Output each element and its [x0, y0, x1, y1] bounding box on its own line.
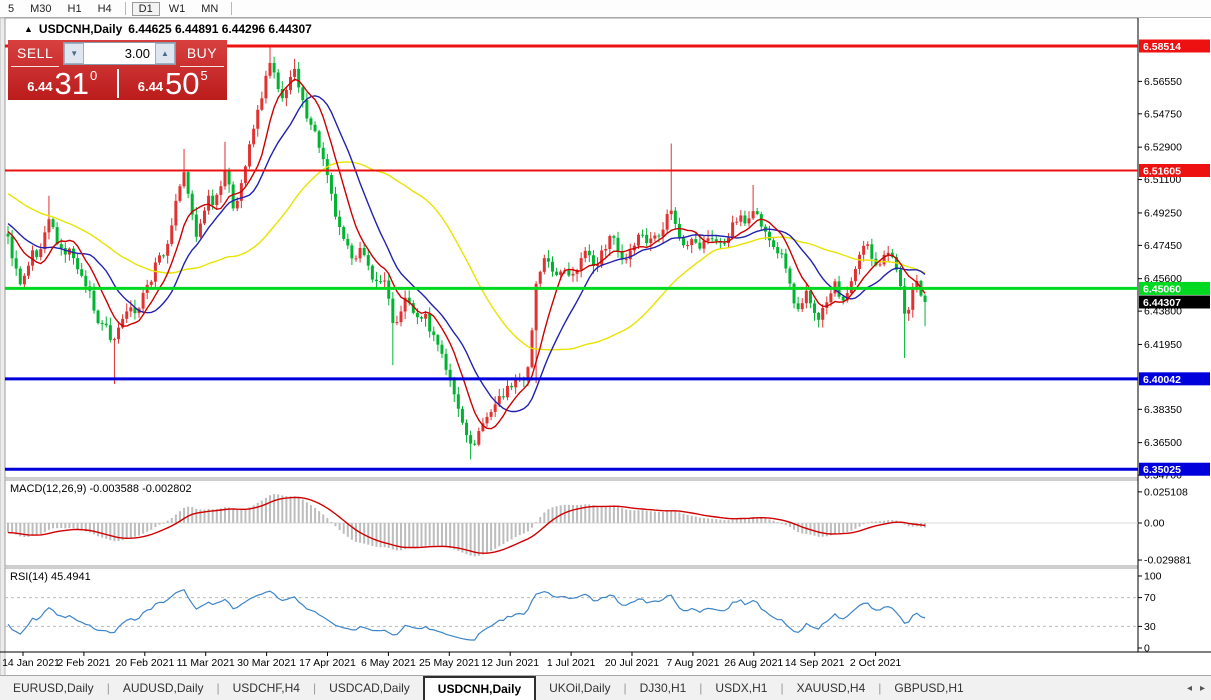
- trade-buttons-row: SELL ▼ ▲ BUY: [8, 40, 227, 67]
- candle: [19, 266, 22, 286]
- date-tick-label: 17 Apr 2021: [299, 657, 356, 669]
- date-tick-label: 1 Jul 2021: [547, 657, 596, 669]
- price-tick-label: 6.47450: [1144, 240, 1182, 252]
- buy-price[interactable]: 6.44 50 5: [119, 67, 228, 100]
- date-tick-label: 6 May 2021: [361, 657, 416, 669]
- candle: [97, 309, 100, 324]
- price-tick-label: 6.38350: [1144, 404, 1182, 416]
- price-level-badge-label: 6.45060: [1143, 283, 1181, 295]
- timeframe-w1[interactable]: W1: [162, 2, 193, 16]
- candle: [178, 184, 181, 203]
- candle: [244, 165, 247, 186]
- rsi-tick-label: 30: [1144, 621, 1156, 633]
- price-tick-label: 6.36500: [1144, 437, 1182, 449]
- buy-price-pip: 5: [201, 68, 208, 83]
- volume-spinner: ▼ ▲: [63, 42, 176, 65]
- symbol-tab-usdcad[interactable]: USDCAD,Daily: [316, 676, 423, 700]
- chevron-down-icon: ▼: [70, 49, 78, 58]
- symbol-tab-usdchf[interactable]: USDCHF,H4: [220, 676, 313, 700]
- macd-tick-label: 0.00: [1144, 518, 1165, 530]
- sell-price-pip: 0: [90, 68, 97, 83]
- sell-price[interactable]: 6.44 31 0: [8, 67, 117, 100]
- symbol-tab-ukoil[interactable]: UKOil,Daily: [536, 676, 623, 700]
- date-tick-label: 14 Sep 2021: [785, 657, 845, 669]
- price-tick-label: 6.54750: [1144, 108, 1182, 120]
- date-tick-label: 2 Oct 2021: [850, 657, 902, 669]
- price-level-badge-label: 6.35025: [1143, 464, 1181, 476]
- price-level-badge-label: 6.58514: [1143, 41, 1181, 53]
- symbol-tab-audusd[interactable]: AUDUSD,Daily: [110, 676, 217, 700]
- symbol-tab-xauusd[interactable]: XAUUSD,H4: [784, 676, 879, 700]
- date-tick-label: 11 Mar 2021: [177, 657, 235, 669]
- sell-price-big: 31: [55, 70, 89, 98]
- date-tick-label: 26 Aug 2021: [724, 657, 783, 669]
- date-tick-label: 12 Jun 2021: [481, 657, 539, 669]
- price-tick-label: 6.49250: [1144, 207, 1182, 219]
- candle: [248, 141, 251, 169]
- sell-button[interactable]: SELL: [11, 40, 59, 67]
- date-tick-label: 7 Aug 2021: [666, 657, 719, 669]
- timeframe-mn[interactable]: MN: [194, 2, 225, 16]
- toolbar-separator: [231, 2, 232, 15]
- tab-scroll-arrows: ◂ ▸: [1187, 676, 1205, 700]
- price-level-badge-label: 6.51605: [1143, 165, 1181, 177]
- trading-terminal: 5M30H1H4D1W1MN 6.565506.547506.529006.51…: [0, 0, 1211, 700]
- price-level-badge-label: 6.44307: [1143, 297, 1181, 309]
- tab-scroll-right-icon[interactable]: ▸: [1200, 683, 1205, 694]
- buy-price-big: 50: [165, 70, 199, 98]
- date-tick-label: 20 Jul 2021: [605, 657, 659, 669]
- rsi-pane[interactable]: [5, 568, 1138, 652]
- price-level-badge-label: 6.40042: [1143, 374, 1181, 386]
- trade-prices-row: 6.44 31 0 6.44 50 5: [8, 67, 227, 100]
- date-tick-label: 20 Feb 2021: [115, 657, 174, 669]
- volume-decrease-button[interactable]: ▼: [64, 43, 84, 64]
- price-tick-label: 6.52900: [1144, 142, 1182, 154]
- buy-price-prefix: 6.44: [138, 79, 163, 94]
- price-tick-label: 6.56550: [1144, 76, 1182, 88]
- symbol-tab-eurusd[interactable]: EURUSD,Daily: [0, 676, 107, 700]
- symbol-tab-usdx[interactable]: USDX,H1: [702, 676, 780, 700]
- one-click-trade-widget: SELL ▼ ▲ BUY 6.44 31 0 6.44 50 5: [8, 40, 227, 100]
- buy-button[interactable]: BUY: [180, 40, 224, 67]
- timeframe-h1[interactable]: H1: [61, 2, 89, 16]
- date-tick-label: 30 Mar 2021: [237, 657, 296, 669]
- sell-price-prefix: 6.44: [27, 79, 52, 94]
- symbol-arrow-icon: ▲: [24, 24, 33, 34]
- timeframe-5[interactable]: 5: [1, 2, 21, 16]
- rsi-tick-label: 100: [1144, 571, 1162, 583]
- volume-increase-button[interactable]: ▲: [155, 43, 175, 64]
- price-tick-label: 6.41950: [1144, 339, 1182, 351]
- chart-symbol-label: USDCNH,Daily: [39, 22, 122, 36]
- chart-title: ▲ USDCNH,Daily 6.44625 6.44891 6.44296 6…: [24, 22, 312, 36]
- timeframe-h4[interactable]: H4: [91, 2, 119, 16]
- candle: [461, 406, 464, 425]
- candle: [277, 69, 280, 92]
- tab-scroll-left-icon[interactable]: ◂: [1187, 683, 1192, 694]
- date-tick-label: 14 Jan 2021: [2, 657, 60, 669]
- timeframe-d1[interactable]: D1: [132, 2, 160, 16]
- rsi-indicator-label: RSI(14) 45.4941: [10, 571, 91, 583]
- date-tick-label: 25 May 2021: [419, 657, 480, 669]
- macd-tick-label: 0.025108: [1144, 486, 1188, 498]
- chart-canvas[interactable]: 6.565506.547506.529006.511006.492506.474…: [0, 16, 1211, 676]
- symbol-tab-gbpusd[interactable]: GBPUSD,H1: [881, 676, 976, 700]
- rsi-tick-label: 70: [1144, 592, 1156, 604]
- symbol-tabbar: EURUSD,Daily|AUDUSD,Daily|USDCHF,H4|USDC…: [0, 675, 1211, 700]
- macd-indicator-label: MACD(12,26,9) -0.003588 -0.002802: [10, 483, 192, 495]
- symbol-tab-usdcnh[interactable]: USDCNH,Daily: [423, 676, 536, 700]
- chart-ohlc-values: 6.44625 6.44891 6.44296 6.44307: [128, 22, 312, 36]
- toolbar-separator: [125, 2, 126, 15]
- candle: [342, 225, 345, 240]
- left-gutter: [0, 18, 5, 676]
- chevron-up-icon: ▲: [161, 49, 169, 58]
- candle: [232, 181, 235, 211]
- volume-input[interactable]: [84, 43, 155, 64]
- timeframe-m30[interactable]: M30: [23, 2, 58, 16]
- macd-tick-label: -0.029881: [1144, 555, 1191, 567]
- date-tick-label: 2 Feb 2021: [57, 657, 110, 669]
- symbol-tab-dj30[interactable]: DJ30,H1: [627, 676, 700, 700]
- rsi-tick-label: 0: [1144, 643, 1150, 655]
